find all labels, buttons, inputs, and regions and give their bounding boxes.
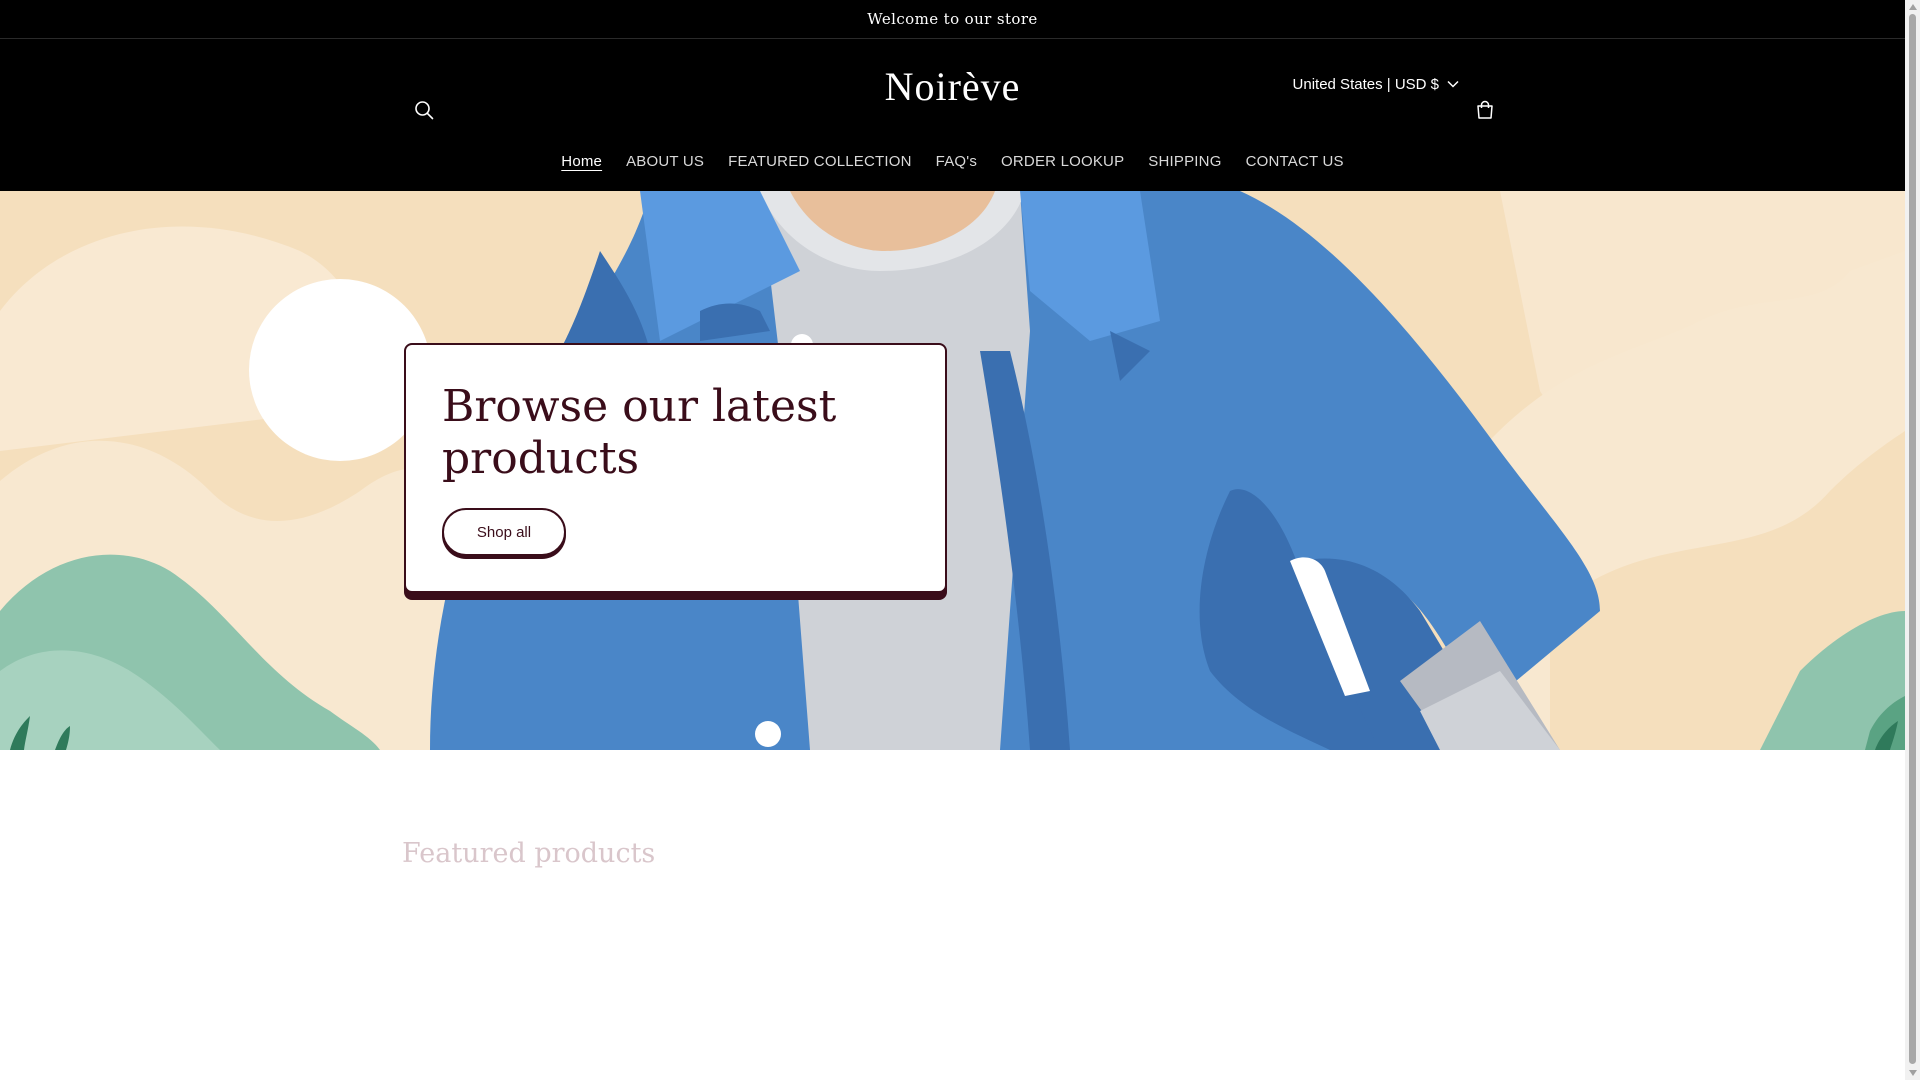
hero-banner: Browse our latest products Shop all bbox=[0, 191, 1905, 750]
chevron-down-icon bbox=[1447, 80, 1459, 88]
cart-button[interactable] bbox=[1463, 88, 1507, 132]
page: Welcome to our store Noirève United Stat… bbox=[0, 0, 1905, 1080]
nav-item-about-us[interactable]: ABOUT US bbox=[614, 149, 716, 174]
shop-all-button[interactable]: Shop all bbox=[442, 508, 566, 556]
nav-item-contact-us[interactable]: CONTACT US bbox=[1234, 149, 1356, 174]
hero-illustration bbox=[0, 191, 1905, 750]
country-selector[interactable]: United States | USD $ bbox=[1293, 67, 1459, 101]
nav-item-featured-collection[interactable]: FEATURED COLLECTION bbox=[716, 149, 924, 174]
scroll-down-arrow-icon bbox=[1908, 1070, 1917, 1076]
featured-products-heading: Featured products bbox=[402, 838, 656, 869]
nav-item-faqs[interactable]: FAQ's bbox=[924, 149, 989, 174]
scroll-up-button[interactable] bbox=[1905, 0, 1920, 14]
country-selector-label: United States | USD $ bbox=[1292, 75, 1439, 93]
announcement-bar: Welcome to our store bbox=[0, 0, 1905, 38]
hero-title: Browse our latest products bbox=[442, 381, 837, 484]
store-logo-link[interactable]: Noirève bbox=[885, 64, 1021, 109]
nav-item-home[interactable]: Home bbox=[549, 149, 614, 174]
store-logo: Noirève bbox=[0, 63, 1905, 110]
nav-item-shipping[interactable]: SHIPPING bbox=[1136, 149, 1233, 174]
announcement-text: Welcome to our store bbox=[867, 10, 1038, 28]
scroll-up-arrow-icon bbox=[1908, 4, 1917, 10]
hero-content-card: Browse our latest products Shop all bbox=[404, 343, 947, 593]
scroll-down-button[interactable] bbox=[1905, 1066, 1920, 1080]
cart-icon bbox=[1477, 100, 1493, 119]
main-navigation: Home ABOUT US FEATURED COLLECTION FAQ's … bbox=[0, 149, 1905, 174]
nav-item-order-lookup[interactable]: ORDER LOOKUP bbox=[989, 149, 1136, 174]
site-header: Noirève United States | USD $ Home ABOUT… bbox=[0, 39, 1905, 191]
scrollbar-thumb[interactable] bbox=[1909, 14, 1916, 1064]
